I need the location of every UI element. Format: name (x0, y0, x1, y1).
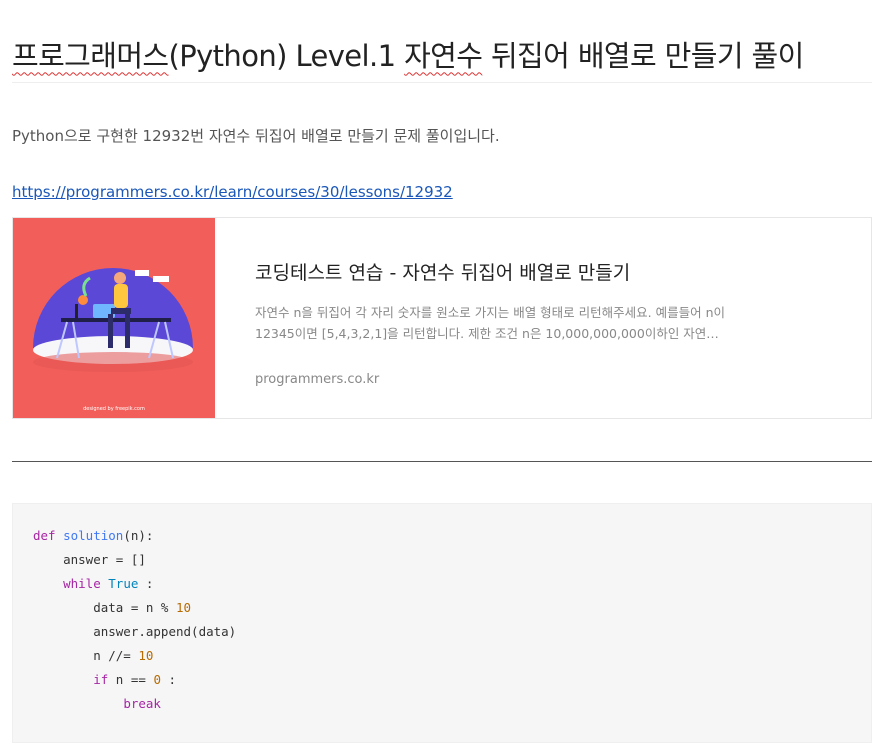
code-token: break (123, 696, 161, 711)
code-token: 0 (153, 672, 161, 687)
title-segment-end: 뒤집어 배열로 만들기 풀이 (482, 39, 804, 74)
code-token: while (63, 576, 101, 591)
card-title: 코딩테스트 연습 - 자연수 뒤집어 배열로 만들기 (255, 262, 631, 284)
code-token: solution (63, 528, 124, 543)
card-thumbnail: designed by freepik.com (13, 218, 215, 418)
post-title: 프로그래머스(Python) Level.1 자연수 뒤집어 배열로 만들기 풀… (12, 33, 804, 75)
thumbnail-caption: designed by freepik.com (83, 406, 145, 412)
code-token: n == (108, 672, 154, 687)
title-word-natural: 자연수 (404, 39, 483, 74)
code-token: : (160, 672, 177, 687)
link-preview-card[interactable]: designed by freepik.com 코딩테스트 연습 - 자연수 뒤… (12, 217, 872, 419)
code-line-2: answer = [] (33, 552, 146, 567)
code-token: if (93, 672, 109, 687)
card-host: programmers.co.kr (255, 372, 380, 387)
title-segment: (Python) Level.1 (168, 39, 405, 74)
developer-illustration-icon: designed by freepik.com (13, 218, 215, 418)
code-token: 10 (176, 600, 192, 615)
section-divider (12, 461, 872, 462)
code-token: : (138, 576, 154, 591)
code-line-6: n //= 10 (33, 644, 153, 668)
code-block: def solution(n): answer = [] while True … (12, 503, 872, 743)
code-line-8: break (33, 692, 161, 716)
code-line-1: def solution(n): (33, 524, 153, 548)
code-token: data = n % (33, 600, 176, 615)
code-token: def (33, 528, 56, 543)
code-line-7: if n == 0 : (33, 668, 176, 692)
title-divider (12, 82, 872, 83)
code-token: 10 (138, 648, 154, 663)
code-line-4: data = n % 10 (33, 596, 191, 620)
problem-link[interactable]: https://programmers.co.kr/learn/courses/… (12, 183, 453, 201)
card-description: 자연수 n을 뒤집어 각 자리 숫자를 원소로 가지는 배열 형태로 리턴해주세… (255, 305, 725, 341)
title-word-programmers: 프로그래머스 (12, 39, 169, 74)
code-line-3: while True : (33, 572, 153, 596)
code-token: n //= (33, 648, 139, 663)
code-token: True (108, 576, 139, 591)
code-token: (n): (123, 528, 154, 543)
intro-paragraph: Python으로 구현한 12932번 자연수 뒤집어 배열로 만들기 문제 풀… (12, 127, 500, 145)
code-line-5: answer.append(data) (33, 624, 237, 639)
